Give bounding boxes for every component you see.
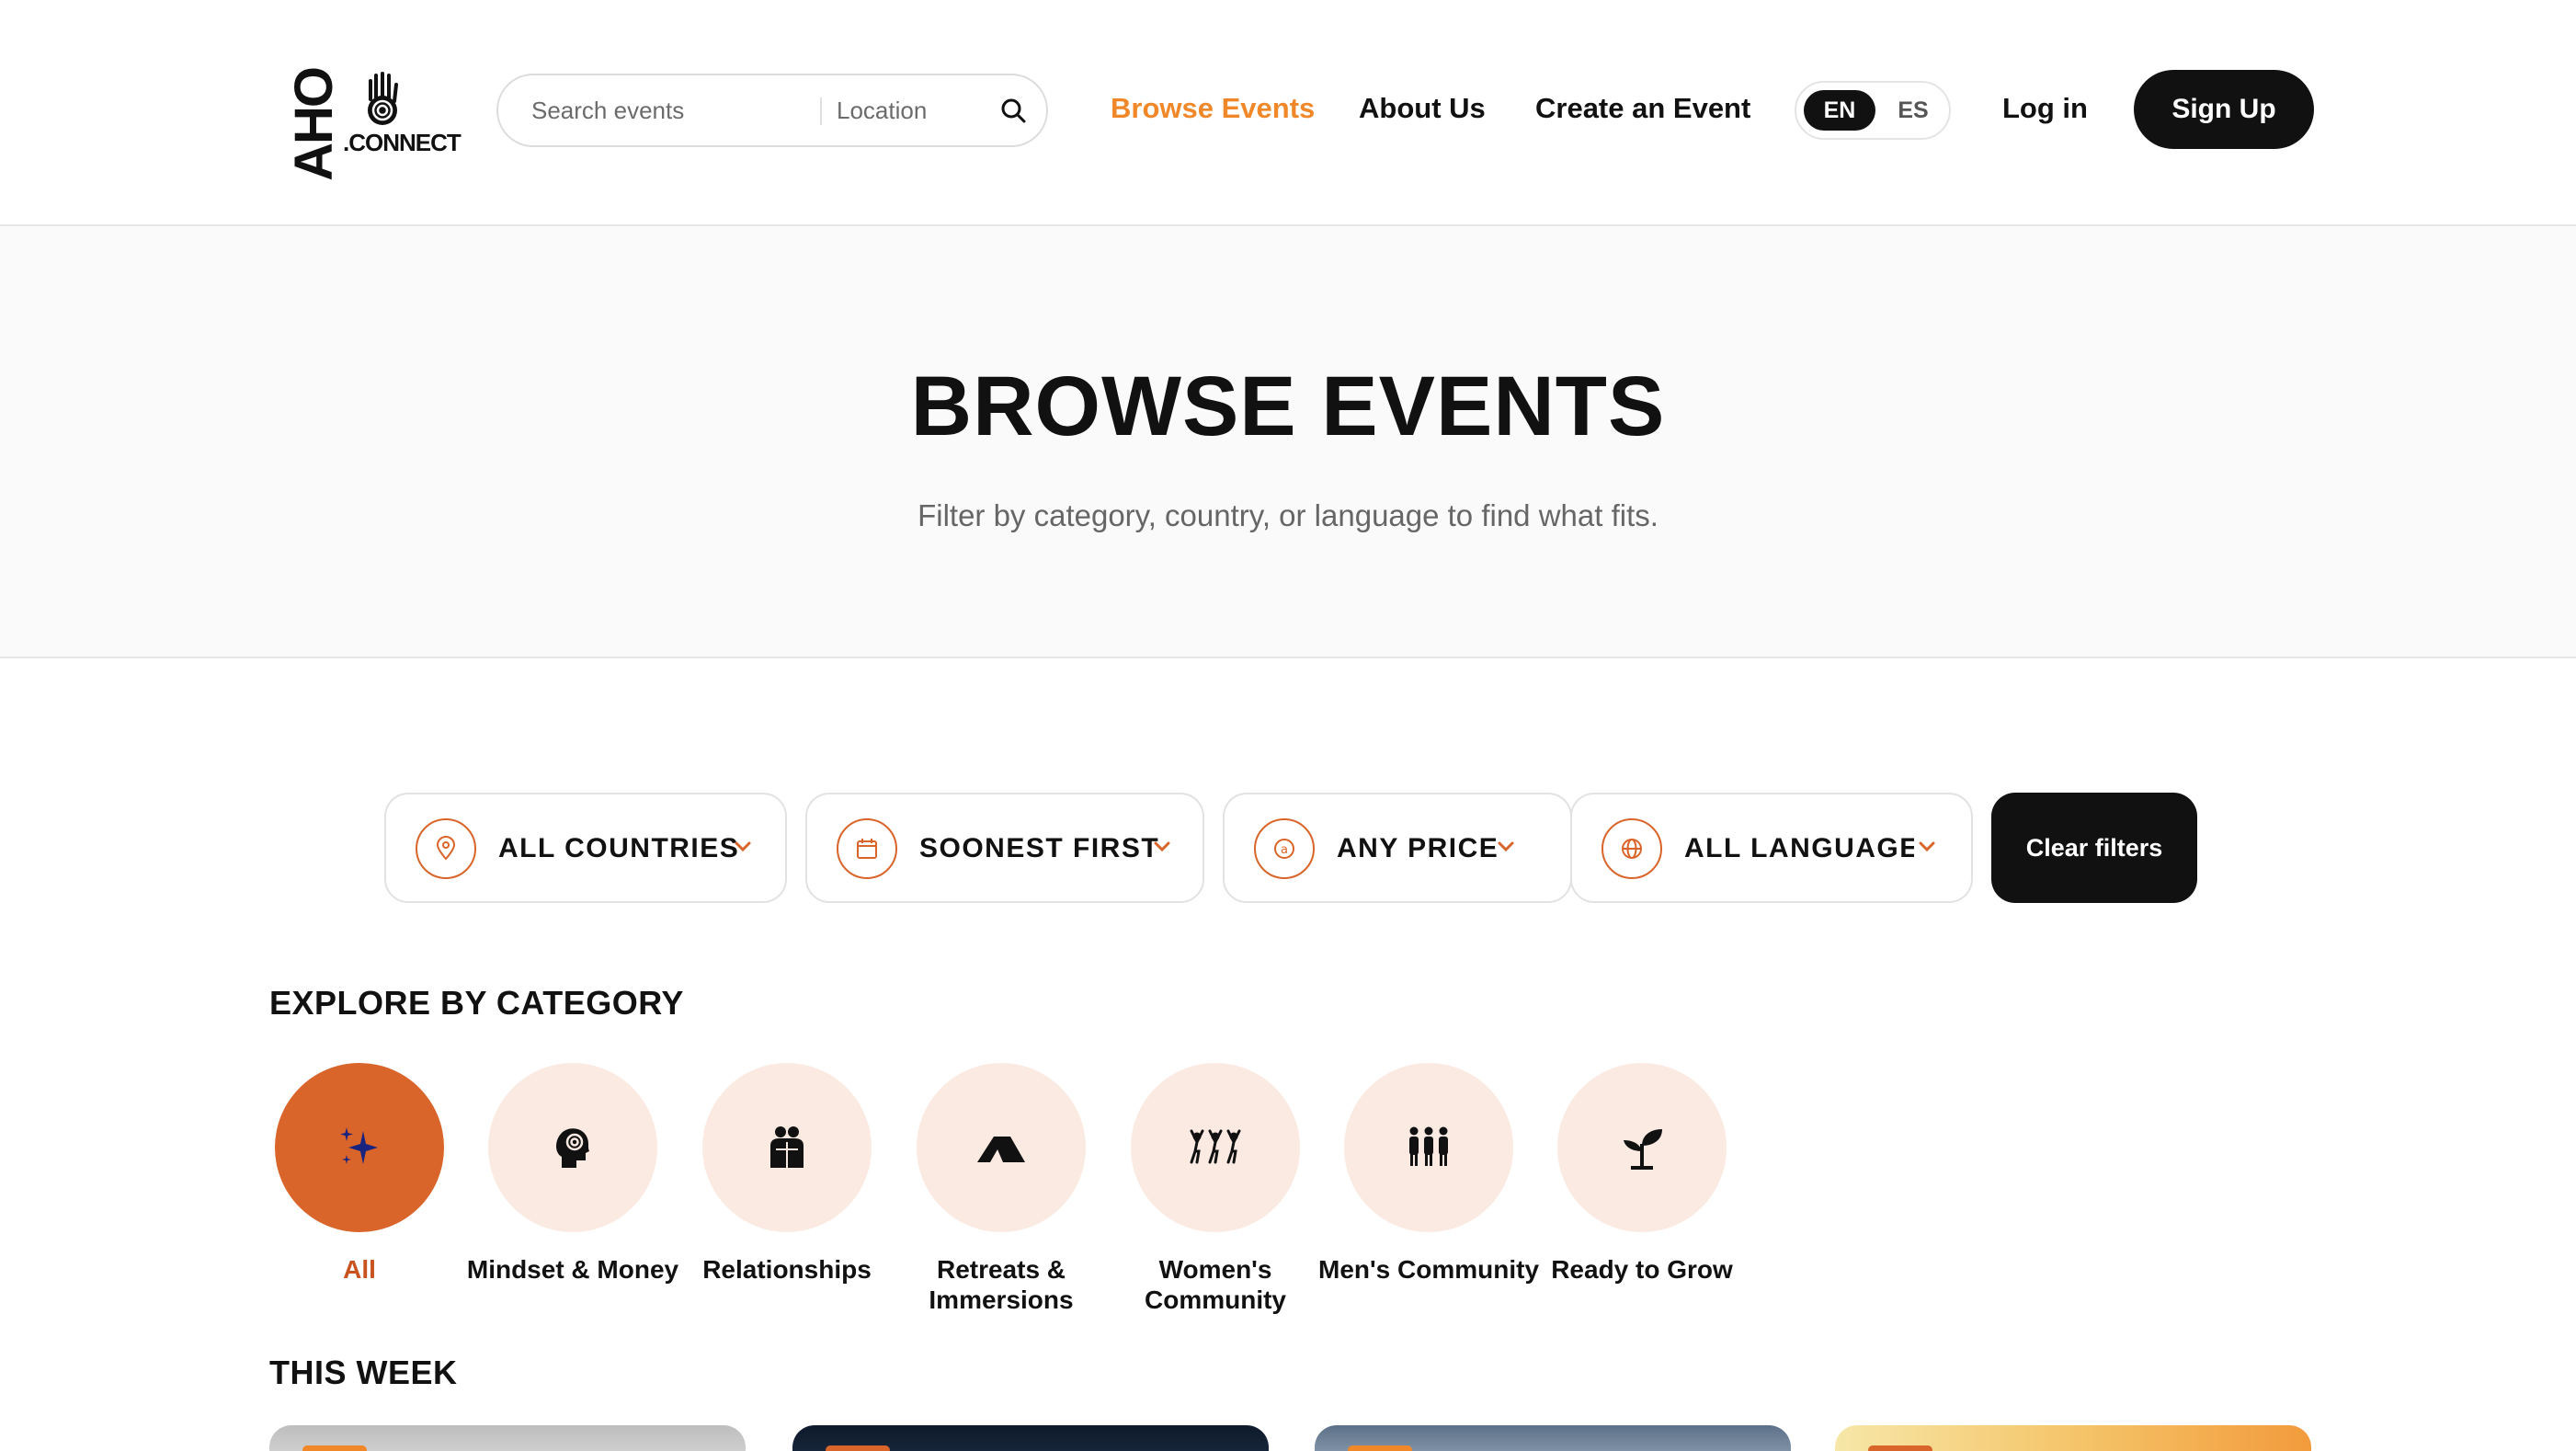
calendar-icon xyxy=(857,839,877,859)
logo-mark: AHO xyxy=(284,68,344,181)
men-group-icon xyxy=(1409,1126,1448,1166)
lang-en-button[interactable]: EN xyxy=(1804,90,1875,131)
page-title: BROWSE EVENTS xyxy=(910,360,1666,453)
clear-filters-button[interactable]: Clear filters xyxy=(1991,793,2197,903)
category-label: Ready to Grow xyxy=(1551,1255,1733,1284)
search-bar xyxy=(496,74,1048,147)
sparkles-icon xyxy=(340,1127,378,1164)
login-link[interactable]: Log in xyxy=(2002,92,2088,125)
nav-about-us[interactable]: About Us xyxy=(1359,92,1486,125)
category-label: Women's Community xyxy=(1145,1255,1286,1314)
category-label: Retreats & Immersions xyxy=(929,1255,1074,1314)
filter-label: SOONEST FIRST xyxy=(919,833,1160,863)
event-badge xyxy=(826,1445,890,1451)
site-header: AHO .CONNECT Browse Events About Us Crea… xyxy=(0,0,2576,226)
category-circle xyxy=(275,1063,444,1232)
category-circle xyxy=(917,1063,1086,1232)
category-label: All xyxy=(343,1255,376,1284)
category-label: Mindset & Money xyxy=(466,1255,679,1284)
nav-browse-events[interactable]: Browse Events xyxy=(1111,92,1315,125)
people-hug-icon xyxy=(770,1126,804,1168)
filter-label: ANY PRICE xyxy=(1337,833,1499,863)
category-label: Men's Community xyxy=(1318,1255,1540,1284)
category-circle xyxy=(1131,1063,1300,1232)
filter-languages[interactable]: ALL LANGUAGES xyxy=(1570,793,1973,903)
category-circle xyxy=(488,1063,657,1232)
head-spiral-icon xyxy=(556,1128,589,1168)
tent-icon xyxy=(977,1137,1025,1162)
signup-button[interactable]: Sign Up xyxy=(2134,70,2314,149)
location-input[interactable] xyxy=(837,75,993,145)
event-card[interactable] xyxy=(792,1425,1269,1451)
category-circle xyxy=(702,1063,872,1232)
chevron-down-icon xyxy=(1154,841,1170,852)
nav-create-event[interactable]: Create an Event xyxy=(1535,92,1750,125)
search-divider xyxy=(820,97,822,125)
filter-sort[interactable]: SOONEST FIRST xyxy=(805,793,1204,903)
lang-es-button[interactable]: ES xyxy=(1881,90,1945,131)
category-circle xyxy=(1557,1063,1727,1232)
event-card[interactable] xyxy=(269,1425,746,1451)
filter-icon-wrap xyxy=(837,818,897,879)
svg-text:a: a xyxy=(1281,843,1288,857)
search-icon[interactable] xyxy=(998,96,1028,125)
category-circle xyxy=(1344,1063,1513,1232)
chevron-down-icon xyxy=(1498,841,1514,852)
globe-icon xyxy=(1622,839,1642,859)
hand-spiral-icon xyxy=(368,72,398,125)
filter-countries[interactable]: ALL COUNTRIES xyxy=(384,793,787,903)
page-subtitle: Filter by category, country, or language… xyxy=(918,498,1658,532)
map-pin-icon xyxy=(436,836,456,861)
filter-icon-wrap xyxy=(416,818,476,879)
category-label: Relationships xyxy=(702,1255,872,1284)
search-input[interactable] xyxy=(531,75,807,145)
chevron-down-icon xyxy=(735,841,751,852)
logo-sub: .CONNECT xyxy=(343,129,462,156)
hero-section: BROWSE EVENTS Filter by category, countr… xyxy=(0,226,2576,658)
site-logo[interactable]: AHO .CONNECT xyxy=(284,68,462,181)
price-tag-icon: a xyxy=(1274,839,1294,859)
event-card[interactable] xyxy=(1835,1425,2311,1451)
language-switch: EN ES xyxy=(1795,81,1951,140)
dancing-women-icon xyxy=(1190,1129,1241,1164)
event-card[interactable] xyxy=(1315,1425,1791,1451)
this-week-title: THIS WEEK xyxy=(269,1354,458,1391)
filter-label: ALL LANGUAGES xyxy=(1684,833,1914,863)
event-badge xyxy=(302,1445,367,1451)
event-badge xyxy=(1348,1445,1412,1451)
sprout-icon xyxy=(1624,1129,1662,1170)
filter-price[interactable]: a ANY PRICE xyxy=(1223,793,1572,903)
filter-icon-wrap xyxy=(1601,818,1662,879)
filter-icon-wrap: a xyxy=(1254,818,1315,879)
categories-title: EXPLORE BY CATEGORY xyxy=(269,984,684,1022)
event-badge xyxy=(1868,1445,1932,1451)
filter-label: ALL COUNTRIES xyxy=(498,833,740,863)
chevron-down-icon xyxy=(1919,841,1935,852)
